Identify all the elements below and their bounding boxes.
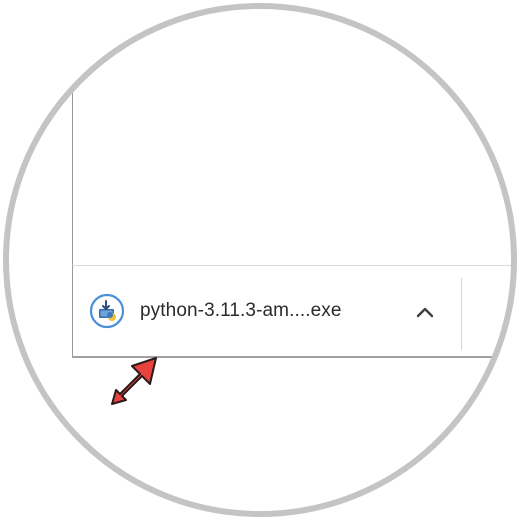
download-shelf: python-3.11.3-am....exe (72, 265, 520, 358)
screenshot-stage: python-3.11.3-am....exe (0, 0, 520, 520)
shelf-divider (461, 278, 462, 350)
python-installer-icon (89, 293, 125, 329)
chevron-up-icon[interactable] (413, 300, 437, 324)
download-item[interactable]: python-3.11.3-am....exe (89, 286, 449, 336)
red-arrow-pointer-icon (104, 354, 168, 418)
download-file-name[interactable]: python-3.11.3-am....exe (140, 300, 342, 322)
browser-window: python-3.11.3-am....exe (0, 0, 520, 520)
page-content-area (72, 0, 520, 265)
